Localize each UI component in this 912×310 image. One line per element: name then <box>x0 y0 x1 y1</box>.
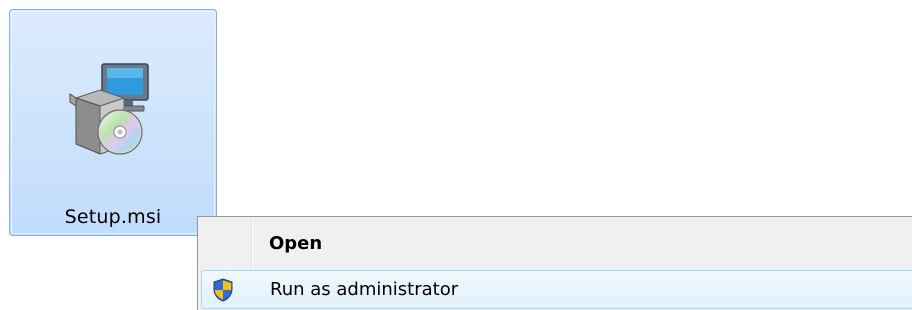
explorer-view: Setup.msi Open Run as administrator <box>0 0 912 310</box>
context-menu: Open Run as administrator <box>197 216 912 310</box>
uac-shield-icon <box>213 278 233 302</box>
menu-item-label: Open <box>269 233 323 254</box>
installer-package-icon <box>69 63 149 155</box>
menu-item-run-as-administrator[interactable]: Run as administrator <box>201 270 912 309</box>
file-item-setup-msi[interactable]: Setup.msi <box>9 9 217 236</box>
menu-item-open[interactable]: Open <box>201 225 912 264</box>
menu-item-label: Run as administrator <box>270 279 459 300</box>
file-name-label: Setup.msi <box>64 206 162 228</box>
